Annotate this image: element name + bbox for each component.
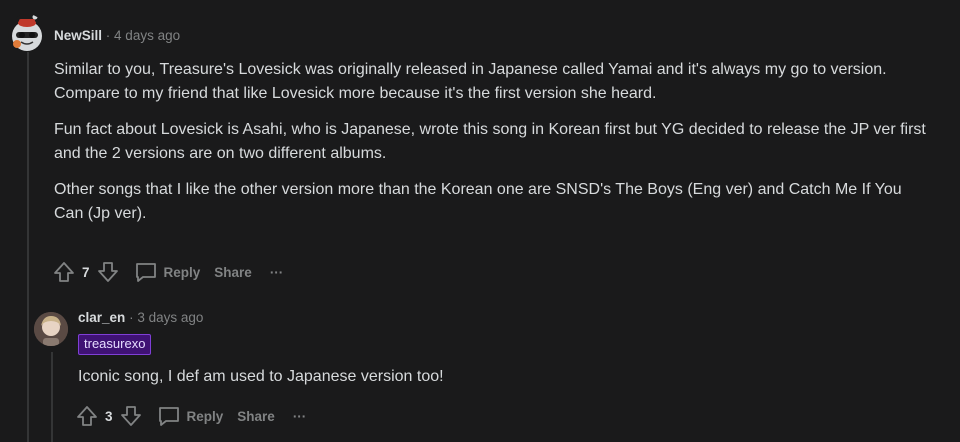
meta-separator: · (105, 28, 111, 43)
more-options-icon[interactable]: ··· (293, 409, 307, 424)
user-flair: treasurexo (78, 334, 152, 355)
comment-2-body: Iconic song, I def am used to Japanese v… (78, 365, 938, 401)
comment-1-time[interactable]: 4 days ago (114, 28, 180, 43)
share-button[interactable]: Share (237, 409, 275, 424)
comment-1-actions: 7 Reply Share ··· (52, 258, 283, 286)
user-avatar-icon[interactable] (34, 312, 68, 346)
share-button[interactable]: Share (214, 265, 252, 280)
comment-2-score: 3 (105, 408, 113, 424)
thread-line-1[interactable] (27, 52, 29, 442)
comment-2-meta: clar_en · 3 days ago (78, 310, 203, 325)
upvote-icon[interactable] (75, 404, 99, 428)
comment-1-paragraph-1: Similar to you, Treasure's Lovesick was … (54, 61, 887, 102)
comment-bubble-icon (158, 407, 179, 426)
comment-1-paragraph-3: Other songs that I like the other versio… (54, 181, 902, 222)
downvote-icon[interactable] (96, 260, 120, 284)
meta-separator: · (129, 310, 134, 325)
comment-bubble-icon (135, 263, 156, 282)
reply-label: Reply (163, 264, 201, 280)
share-label: Share (237, 408, 275, 424)
comment-thread: NewSill · 4 days ago Similar to you, Tre… (0, 0, 960, 442)
comment-1-meta: NewSill · 4 days ago (54, 28, 180, 43)
downvote-icon[interactable] (119, 404, 143, 428)
reply-label: Reply (186, 408, 224, 424)
comment-2-time[interactable]: 3 days ago (137, 310, 203, 325)
snoo-avatar-icon[interactable] (8, 14, 46, 52)
upvote-icon[interactable] (52, 260, 76, 284)
comment-2-actions: 3 Reply Share ··· (75, 402, 306, 430)
comment-1-author[interactable]: NewSill (54, 28, 102, 43)
comment-1-paragraph-2: Fun fact about Lovesick is Asahi, who is… (54, 121, 926, 162)
comment-2-paragraph: Iconic song, I def am used to Japanese v… (78, 368, 444, 385)
thread-line-2[interactable] (51, 352, 53, 442)
comment-1-score: 7 (82, 264, 90, 280)
comment-1-body: Similar to you, Treasure's Lovesick was … (54, 58, 934, 238)
comment-2-author[interactable]: clar_en (78, 310, 125, 325)
share-label: Share (214, 264, 252, 280)
reply-button[interactable]: Reply (134, 261, 201, 283)
reply-button[interactable]: Reply (157, 405, 224, 427)
more-options-icon[interactable]: ··· (270, 265, 284, 280)
